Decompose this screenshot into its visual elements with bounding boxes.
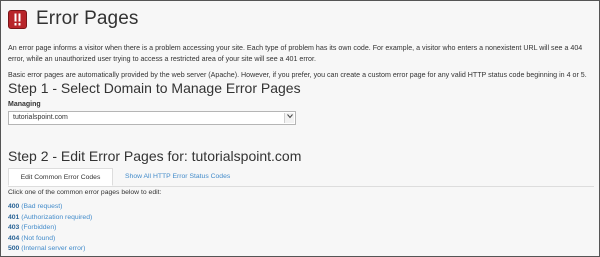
tab-show-all-http-error-codes[interactable]: Show All HTTP Error Status Codes [119, 168, 230, 186]
error-description: (Bad request) [21, 203, 63, 210]
error-link-403[interactable]: 403 (Forbidden) [8, 223, 92, 234]
step1-title: Step 1 - Select Domain to Manage Error P… [8, 80, 301, 96]
error-description: (Authorization required) [21, 213, 93, 221]
intro-paragraph-2: Basic error pages are automatically prov… [8, 71, 587, 79]
error-description: (Forbidden) [21, 224, 57, 231]
error-code: 401 [8, 213, 20, 221]
step2-title: Step 2 - Edit Error Pages for: tutorials… [8, 148, 302, 164]
error-code-tabs: Edit Common Error Codes Show All HTTP Er… [8, 168, 594, 187]
instruction-text: Click one of the common error pages belo… [8, 189, 162, 196]
tab-edit-common-error-codes[interactable]: Edit Common Error Codes [8, 168, 113, 186]
managing-label: Managing [8, 101, 41, 108]
domain-select-value: tutorialspoint.com [13, 114, 68, 121]
error-code: 500 [8, 245, 20, 252]
intro-paragraph-1: An error page informs a visitor when the… [8, 44, 583, 63]
page-frame: Error Pages An error page informs a visi… [0, 0, 600, 257]
page-title: Error Pages [36, 8, 139, 29]
error-code: 404 [8, 234, 20, 242]
error-code: 400 [8, 203, 20, 210]
error-code-list: 400 (Bad request) 401 (Authorization req… [8, 202, 92, 255]
error-link-404[interactable]: 404 (Not found) [8, 234, 92, 245]
domain-select[interactable]: tutorialspoint.com [8, 111, 296, 125]
error-pages-icon [8, 9, 27, 29]
page-header: Error Pages [8, 6, 138, 32]
error-description: (Not found) [21, 234, 56, 242]
error-description: (Internal server error) [21, 245, 86, 252]
error-link-401[interactable]: 401 (Authorization required) [8, 213, 92, 224]
chevron-down-icon[interactable] [284, 113, 294, 123]
error-code: 403 [8, 224, 20, 231]
error-link-500[interactable]: 500 (Internal server error) [8, 244, 92, 255]
error-link-400[interactable]: 400 (Bad request) [8, 202, 92, 213]
